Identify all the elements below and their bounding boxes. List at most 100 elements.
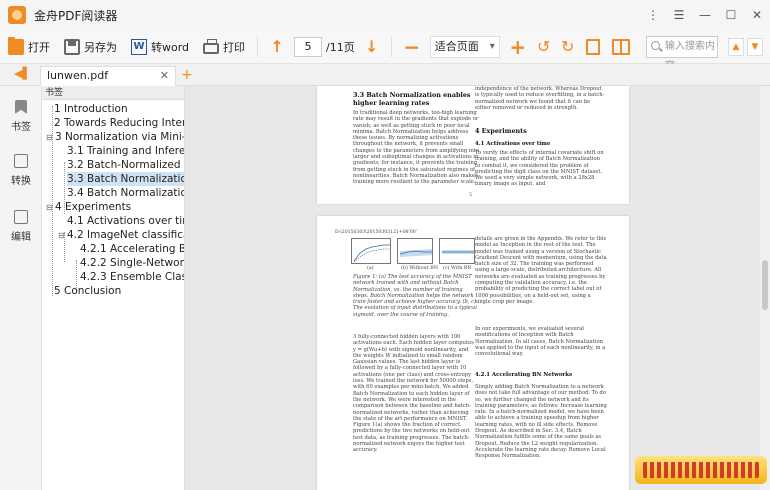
zoom-in-button[interactable]: + bbox=[508, 37, 528, 57]
bookmark-item[interactable]: ⊟ 4 Experiments bbox=[46, 200, 131, 214]
menu-icon[interactable]: ☰ bbox=[666, 8, 692, 22]
section-heading: 3.3 Batch Normalization enables higher l… bbox=[353, 91, 471, 107]
page-path-stamp: D:\20150303\20150303121+08'00' bbox=[335, 230, 417, 235]
collapse-icon: ⊟ bbox=[46, 133, 53, 142]
app-title: 金舟PDF阅读器 bbox=[34, 8, 118, 23]
save-as-button[interactable]: 另存为 bbox=[64, 35, 117, 59]
figure-caption-a: (a) bbox=[367, 266, 374, 271]
bookmark-item[interactable]: 4.2.1 Accelerating BN N bbox=[80, 242, 184, 256]
rail-convert-label: 转换 bbox=[11, 176, 31, 187]
page-number-input[interactable]: 5 bbox=[294, 36, 323, 57]
word-icon: W bbox=[131, 38, 147, 55]
text-block: In our experiments, we evaluated several… bbox=[475, 326, 606, 358]
vertical-scrollbar[interactable] bbox=[760, 86, 770, 490]
search-next-button[interactable]: ▼ bbox=[747, 38, 763, 56]
search-input[interactable]: 输入搜索内容 bbox=[646, 36, 718, 72]
bookmark-item-selected[interactable]: 3.3 Batch Normalization en bbox=[67, 172, 184, 186]
close-button[interactable]: ✕ bbox=[744, 8, 770, 22]
bookmark-icon bbox=[15, 100, 27, 114]
rail-convert[interactable]: 转换 bbox=[0, 154, 42, 187]
text-block: In traditional deep networks, too-high l… bbox=[353, 110, 480, 186]
tab-bar: ◀▌ lunwen.pdf ✕ + bbox=[0, 64, 770, 86]
zoom-mode-select[interactable]: 适合页面 bbox=[429, 35, 500, 58]
text-block: Simply adding Batch Normalization to a n… bbox=[475, 384, 607, 460]
close-icon[interactable]: ✕ bbox=[160, 67, 169, 85]
collapse-icon: ⊟ bbox=[58, 231, 65, 240]
add-tab-button[interactable]: + bbox=[181, 66, 193, 84]
toolbar: 打开 另存为 W 转word 打印 ↑ 5 /11页 ↓ − 适合页面 + ↺ … bbox=[0, 30, 770, 72]
figure-plot-b bbox=[397, 238, 433, 264]
site-watermark-logo bbox=[635, 456, 767, 484]
rail-bookmarks[interactable]: 书签 bbox=[0, 100, 42, 133]
page-total: /11页 bbox=[326, 40, 355, 54]
save-icon bbox=[64, 38, 80, 55]
text-block: independence of the network. Whereas Dro… bbox=[475, 86, 605, 111]
text-block: To verify the effects of internal covari… bbox=[475, 150, 604, 188]
rail-edit-label: 编辑 bbox=[11, 232, 31, 243]
two-page-view-icon[interactable] bbox=[611, 38, 630, 55]
rotate-right-icon[interactable]: ↻ bbox=[559, 37, 577, 56]
figure-plot-a bbox=[351, 238, 391, 264]
convert-icon bbox=[14, 154, 28, 168]
rotate-left-icon[interactable]: ↺ bbox=[535, 37, 553, 56]
open-button[interactable]: 打开 bbox=[8, 35, 50, 59]
document-view[interactable]: 3.3 Batch Normalization enables higher l… bbox=[185, 86, 760, 490]
rail-edit[interactable]: 编辑 bbox=[0, 210, 42, 243]
section-heading: 4 Experiments bbox=[475, 127, 527, 135]
rail-bookmarks-label: 书签 bbox=[11, 122, 31, 133]
save-as-label: 另存为 bbox=[84, 40, 117, 54]
collapse-sidebar-icon[interactable]: ◀▌ bbox=[14, 67, 31, 80]
print-label: 打印 bbox=[223, 40, 246, 54]
folder-icon bbox=[8, 36, 24, 55]
more-icon[interactable]: ⋮ bbox=[640, 8, 666, 22]
bookmark-item[interactable]: 3.1 Training and Inference v bbox=[67, 144, 184, 158]
divider bbox=[390, 36, 392, 57]
text-block: 3 fully-connected hidden layers with 100… bbox=[353, 334, 474, 454]
pdf-page: 3.3 Batch Normalization enables higher l… bbox=[317, 86, 629, 204]
printer-icon bbox=[203, 38, 220, 54]
bookmark-item[interactable]: 4.2.3 Ensemble Classifica bbox=[80, 270, 184, 284]
bookmark-item[interactable]: 3.2 Batch-Normalized Conv bbox=[67, 158, 184, 172]
bookmark-item[interactable]: ⊟4.2 ImageNet classification bbox=[58, 228, 184, 242]
to-word-button[interactable]: W 转word bbox=[131, 35, 189, 59]
figure-caption-c: (c) With BN bbox=[443, 266, 472, 271]
minimize-button[interactable]: — bbox=[692, 8, 718, 22]
app-logo-icon bbox=[8, 6, 26, 24]
bookmark-panel-header: 书签 bbox=[42, 86, 184, 100]
single-page-view-icon[interactable] bbox=[585, 38, 600, 55]
bookmark-item[interactable]: 3.4 Batch Normalization reg bbox=[67, 186, 184, 200]
search-prev-button[interactable]: ▲ bbox=[728, 38, 744, 56]
tab-lunwen[interactable]: lunwen.pdf ✕ bbox=[40, 66, 176, 86]
bookmark-item[interactable]: 4.2.2 Single-Network Cla bbox=[80, 256, 184, 270]
bookmark-item[interactable]: 1 Introduction bbox=[54, 102, 128, 116]
figure-caption-b: (b) Without BN bbox=[401, 266, 438, 271]
window-controls: ⋮ ☰ — ☐ ✕ bbox=[640, 0, 770, 30]
bookmark-panel: 书签 1 Introduction 2 Towards Reducing Int… bbox=[42, 86, 185, 490]
pdf-page: D:\20150303\20150303121+08'00' (a) (b) W… bbox=[317, 216, 629, 490]
subsection-heading: 4.1 Activations over time bbox=[475, 141, 551, 147]
search-icon bbox=[651, 41, 660, 50]
title-bar: 金舟PDF阅读器 ⋮ ☰ — ☐ ✕ bbox=[0, 0, 770, 30]
edit-icon bbox=[14, 210, 28, 224]
tab-label: lunwen.pdf bbox=[47, 69, 109, 82]
figure-plot-c bbox=[439, 238, 475, 264]
next-page-button[interactable]: ↓ bbox=[362, 37, 382, 56]
subsection-heading: 4.2.1 Accelerating BN Networks bbox=[475, 372, 573, 378]
page-number: 5 bbox=[469, 192, 473, 198]
scrollbar-thumb[interactable] bbox=[762, 260, 768, 310]
zoom-out-button[interactable]: − bbox=[402, 37, 422, 57]
open-label: 打开 bbox=[28, 40, 50, 54]
bookmark-item[interactable]: ⊟3 Normalization via Mini-Batch bbox=[46, 130, 184, 144]
maximize-button[interactable]: ☐ bbox=[718, 8, 744, 22]
bookmark-item[interactable]: 5 Conclusion bbox=[54, 284, 121, 298]
text-block: details are given in the Appendix. We re… bbox=[475, 236, 607, 305]
print-button[interactable]: 打印 bbox=[203, 35, 245, 59]
prev-page-button[interactable]: ↑ bbox=[267, 37, 287, 56]
bookmark-item[interactable]: 4.1 Activations over time bbox=[67, 214, 184, 228]
divider bbox=[257, 36, 259, 57]
figure-caption: Figure 1: (a) The test accuracy of the M… bbox=[353, 274, 477, 318]
bookmark-item[interactable]: 2 Towards Reducing Internal C bbox=[54, 116, 184, 130]
to-word-label: 转word bbox=[151, 40, 190, 54]
collapse-icon: ⊟ bbox=[46, 203, 53, 212]
left-rail: 书签 转换 编辑 bbox=[0, 86, 42, 490]
